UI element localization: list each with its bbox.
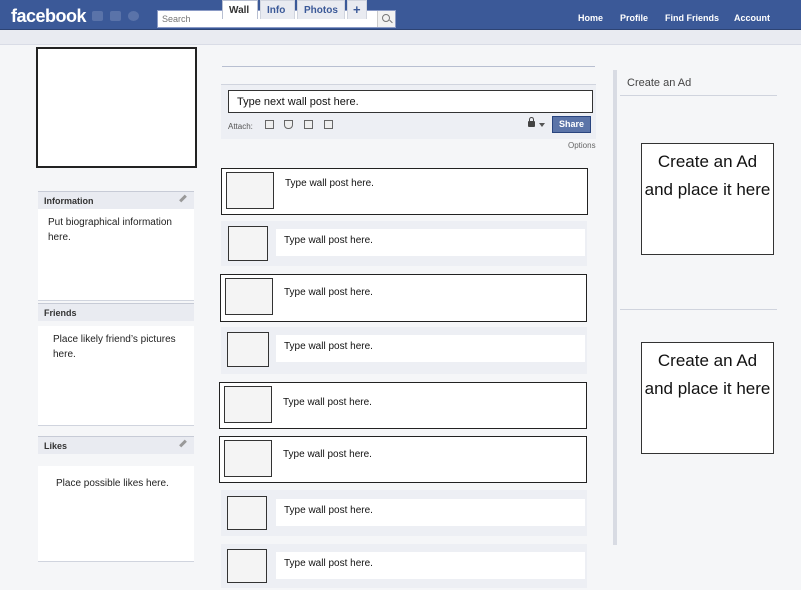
tab-wall[interactable]: Wall [222, 0, 258, 19]
create-ad-heading[interactable]: Create an Ad [627, 77, 691, 89]
post-text: Type wall post here. [276, 499, 585, 526]
tab-info[interactable]: Info [260, 0, 295, 19]
video-icon[interactable] [304, 120, 313, 129]
wall-post-input[interactable] [228, 90, 593, 113]
top-bar: facebook Home Profile Find Friends Accou… [0, 0, 801, 30]
options-link[interactable]: Options [568, 141, 596, 150]
wall-post: Type wall post here. [221, 327, 587, 374]
divider [620, 309, 777, 310]
sub-bar [0, 30, 801, 45]
information-title: Information [44, 196, 94, 206]
information-body: Put biographical information here. [38, 209, 194, 301]
post-text: Type wall post here. [276, 229, 585, 256]
post-thumbnail[interactable] [225, 278, 273, 315]
nav-profile[interactable]: Profile [620, 13, 648, 23]
photo-icon[interactable] [265, 120, 274, 129]
ad-box[interactable]: Create an Ad and place it here [641, 342, 774, 454]
share-button[interactable]: Share [552, 116, 591, 133]
tab-photos[interactable]: Photos [297, 0, 345, 19]
event-icon[interactable] [284, 120, 293, 129]
wall-post: Type wall post here. [221, 490, 587, 536]
tab-divider [222, 66, 595, 67]
wall-post: Type wall post here. [221, 168, 588, 215]
post-thumbnail[interactable] [224, 386, 272, 423]
tab-add[interactable]: + [347, 0, 367, 19]
post-text: Type wall post here. [275, 443, 584, 470]
post-text: Type wall post here. [276, 552, 585, 579]
post-text: Type wall post here. [275, 391, 584, 418]
post-thumbnail[interactable] [226, 172, 274, 209]
nav-account[interactable]: Account [734, 13, 770, 23]
likes-title: Likes [44, 441, 68, 451]
friends-header: Friends [38, 303, 194, 321]
pencil-icon[interactable] [179, 194, 187, 203]
chevron-down-icon[interactable] [539, 123, 545, 127]
likes-header: Likes [38, 436, 194, 454]
wall-composer: Attach: Share [221, 84, 596, 139]
profile-picture[interactable] [36, 47, 197, 168]
wall-post: Type wall post here. [221, 544, 587, 588]
facebook-logo[interactable]: facebook [11, 6, 87, 27]
notifications-icon[interactable] [128, 11, 139, 21]
post-thumbnail[interactable] [224, 440, 272, 477]
post-text: Type wall post here. [277, 172, 585, 199]
wall-post: Type wall post here. [219, 382, 587, 429]
likes-body: Place possible likes here. [38, 466, 194, 562]
nav-find-friends[interactable]: Find Friends [665, 13, 719, 23]
post-thumbnail[interactable] [228, 226, 268, 261]
link-icon[interactable] [324, 120, 333, 129]
nav-home[interactable]: Home [578, 13, 603, 23]
lock-icon[interactable] [528, 117, 535, 127]
column-divider [613, 70, 617, 545]
wall-post: Type wall post here. [219, 436, 587, 483]
friends-title: Friends [44, 308, 77, 318]
post-text: Type wall post here. [276, 281, 584, 308]
wall-post: Type wall post here. [220, 274, 587, 322]
post-thumbnail[interactable] [227, 549, 267, 583]
post-text: Type wall post here. [276, 335, 585, 362]
ad-box[interactable]: Create an Ad and place it here [641, 143, 774, 255]
pencil-icon[interactable] [179, 439, 187, 448]
wall-post: Type wall post here. [221, 221, 587, 266]
friends-body: Place likely friend’s pictures here. [38, 326, 194, 426]
post-thumbnail[interactable] [227, 496, 267, 530]
attach-label: Attach: [228, 122, 253, 131]
post-thumbnail[interactable] [227, 332, 269, 367]
divider [620, 95, 777, 96]
messages-icon[interactable] [110, 11, 121, 21]
search-icon[interactable] [377, 11, 395, 27]
information-header: Information [38, 191, 194, 209]
friend-requests-icon[interactable] [92, 11, 103, 21]
